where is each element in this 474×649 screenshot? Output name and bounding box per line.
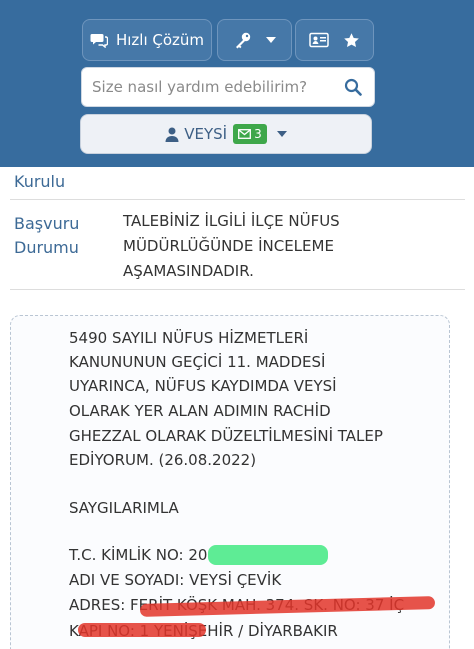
letter-line: KANUNUNUN GEÇİCİ 11. MADDESİ: [69, 353, 326, 371]
top-header: Hızlı Çözüm Size nasıl yardım edebilirim…: [0, 0, 474, 167]
status-value-line2: MÜDÜRLÜĞÜNDE İNCELEME: [123, 237, 334, 255]
status-label-line1: Başvuru: [14, 214, 80, 233]
chat-icon: [90, 34, 108, 48]
header-button-row: Hızlı Çözüm: [0, 19, 474, 63]
green-redaction-mark: [208, 545, 328, 565]
status-value-line3: AŞAMASINDADIR.: [123, 262, 254, 280]
status-label-line2: Durumu: [14, 238, 79, 257]
search-icon[interactable]: [344, 78, 362, 96]
caret-down-icon: [276, 131, 287, 137]
name-line: ADI VE SOYADI: VEYSİ ÇEVİK: [69, 571, 282, 589]
letter-line: UYARINCA, NÜFUS KAYDIMDA VEYSİ: [69, 377, 337, 395]
status-value-line1: TALEBİNİZ İLGİLİ İLÇE NÜFUS: [123, 212, 340, 230]
divider: [10, 199, 465, 200]
divider: [10, 289, 465, 290]
user-name: VEYSİ: [184, 125, 228, 143]
mail-badge[interactable]: 3: [233, 124, 267, 144]
letter-line: EDİYORUM. (26.08.2022): [69, 451, 257, 469]
user-icon: [165, 127, 179, 142]
mail-count: 3: [254, 127, 262, 141]
letter-line: OLARAK YER ALAN ADIMIN RACHİD: [69, 402, 331, 420]
star-icon[interactable]: [343, 32, 360, 49]
id-card-button[interactable]: [295, 19, 374, 61]
red-redaction-mark: [78, 623, 206, 637]
letter-line: 5490 SAYILI NÜFUS HİZMETLERİ: [69, 329, 309, 347]
mail-icon: [238, 129, 252, 139]
letter-line: GHEZZAL OLARAK DÜZELTİLMESİNİ TALEP: [69, 427, 383, 445]
key-dropdown-button[interactable]: [217, 19, 292, 61]
user-menu-button[interactable]: VEYSİ 3: [80, 114, 372, 154]
key-icon: [235, 32, 250, 49]
caret-down-icon: [265, 37, 276, 43]
search-input[interactable]: [92, 68, 332, 106]
id-card-icon: [309, 32, 329, 48]
quick-solution-label: Hızlı Çözüm: [115, 31, 205, 49]
quick-solution-button[interactable]: Hızlı Çözüm: [82, 19, 212, 61]
letter-closing: SAYGILARIMLA: [69, 499, 179, 517]
search-box: [81, 67, 375, 107]
kurulu-label: Kurulu: [14, 172, 66, 191]
